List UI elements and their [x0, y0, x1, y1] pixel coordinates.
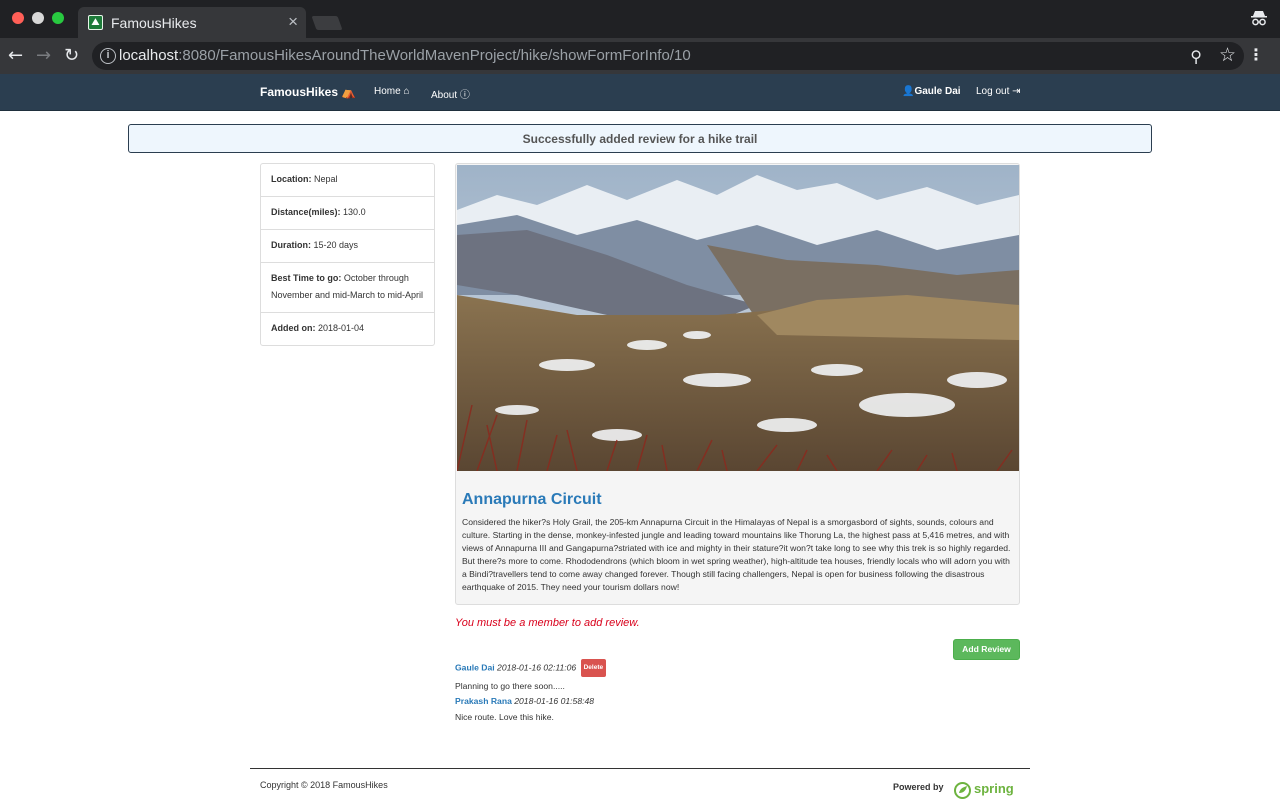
close-window-button[interactable]: [12, 12, 24, 24]
review-author[interactable]: Gaule Dai: [455, 662, 495, 672]
zoom-icon[interactable]: ⚲: [1190, 47, 1202, 66]
brand-link[interactable]: FamousHikes ⛺: [260, 85, 356, 99]
nav-user-link[interactable]: 👤Gaule Dai: [902, 86, 961, 97]
info-added-on: Added on: 2018-01-04: [261, 313, 434, 345]
review-author[interactable]: Prakash Rana: [455, 696, 512, 706]
tab-close-icon[interactable]: ×: [288, 12, 298, 32]
hike-photo: [457, 165, 1019, 471]
powered-by-text: Powered by: [893, 782, 944, 792]
info-location-value: Nepal: [314, 174, 338, 184]
hiker-favicon-icon: ⛰: [88, 15, 103, 30]
spring-leaf-icon: [954, 782, 971, 799]
review-item: Gaule Dai 2018-01-16 02:11:06 Delete Pla…: [455, 659, 607, 693]
review-text: Planning to go there soon.....: [455, 681, 565, 691]
info-best-time: Best Time to go: October through Novembe…: [261, 263, 434, 313]
info-duration-value: 15-20 days: [313, 240, 359, 250]
logout-icon: ⇥: [1012, 86, 1021, 97]
tab-title: FamousHikes: [111, 15, 197, 31]
delete-review-button[interactable]: Delete: [580, 659, 607, 677]
info-added-on-label: Added on:: [271, 323, 316, 333]
browser-tab[interactable]: ⛰ FamousHikes ×: [78, 7, 306, 38]
maximize-window-button[interactable]: [52, 12, 64, 24]
review-text: Nice route. Love this hike.: [455, 712, 554, 722]
site-navbar: FamousHikes ⛺ Home ⌂ About ⓘ 👤Gaule Dai …: [0, 74, 1280, 111]
info-distance-value: 130.0: [343, 207, 366, 217]
info-duration: Duration: 15-20 days: [261, 230, 434, 263]
info-distance-label: Distance(miles):: [271, 207, 341, 217]
hike-card: Annapurna Circuit Considered the hiker?s…: [455, 163, 1020, 605]
info-location-label: Location:: [271, 174, 312, 184]
member-note: You must be a member to add review.: [455, 617, 640, 629]
info-location: Location: Nepal: [261, 164, 434, 197]
nav-user-label: Gaule Dai: [914, 86, 961, 97]
incognito-icon: [1251, 11, 1267, 26]
nav-about-link[interactable]: About ⓘ: [431, 86, 470, 101]
copyright-text: Copyright © 2018 FamousHikes: [260, 780, 388, 790]
nav-logout-link[interactable]: Log out ⇥: [976, 86, 1021, 97]
url-text[interactable]: localhost:8080/FamousHikesAroundTheWorld…: [119, 47, 691, 64]
info-distance: Distance(miles): 130.0: [261, 197, 434, 230]
hike-info-list: Location: Nepal Distance(miles): 130.0 D…: [260, 163, 435, 346]
nav-about-label: About: [431, 90, 458, 101]
nav-logout-label: Log out: [976, 86, 1010, 97]
brand-text: FamousHikes: [260, 85, 339, 99]
info-added-on-value: 2018-01-04: [318, 323, 365, 333]
review-item: Prakash Rana 2018-01-16 01:58:48 Nice ro…: [455, 694, 594, 724]
nav-home-label: Home: [374, 86, 401, 97]
review-header: Gaule Dai 2018-01-16 02:11:06 Delete: [455, 659, 607, 677]
review-date: 2018-01-16 02:11:06: [497, 662, 577, 673]
tent-icon: ⛺: [341, 85, 357, 99]
forward-arrow-icon[interactable]: →: [36, 46, 51, 66]
user-icon: 👤: [902, 86, 915, 97]
url-host: localhost: [119, 47, 179, 64]
hike-description: Considered the hiker?s Holy Grail, the 2…: [462, 517, 1011, 592]
info-best-time-label: Best Time to go:: [271, 273, 342, 283]
minimize-window-button[interactable]: [32, 12, 44, 24]
back-arrow-icon[interactable]: ←: [8, 46, 23, 66]
info-duration-label: Duration:: [271, 240, 311, 250]
info-circle-icon: ⓘ: [459, 90, 470, 101]
browser-tab-strip: ⛰ FamousHikes ×: [0, 0, 1280, 38]
review-header: Prakash Rana 2018-01-16 01:58:48: [455, 694, 594, 708]
success-alert: Successfully added review for a hike tra…: [128, 124, 1152, 153]
address-bar[interactable]: i localhost:8080/FamousHikesAroundTheWor…: [92, 42, 1244, 70]
footer-divider: [250, 768, 1030, 769]
review-date: 2018-01-16 01:58:48: [514, 696, 595, 706]
url-path: :8080/FamousHikesAroundTheWorldMavenProj…: [178, 47, 691, 64]
nav-home-link[interactable]: Home ⌂: [374, 86, 410, 97]
bookmark-star-icon[interactable]: ☆: [1219, 44, 1236, 66]
add-review-button[interactable]: Add Review: [953, 639, 1020, 660]
reload-icon[interactable]: ↻: [64, 46, 79, 66]
hike-title: Annapurna Circuit: [462, 491, 602, 508]
info-icon[interactable]: i: [100, 48, 116, 64]
spring-logo-text: spring: [974, 781, 1014, 796]
home-icon: ⌂: [403, 86, 410, 97]
browser-toolbar: ← → ↻ i localhost:8080/FamousHikesAround…: [0, 38, 1280, 74]
menu-icon[interactable]: ⋮: [1248, 46, 1264, 64]
new-tab-button[interactable]: [311, 16, 343, 30]
